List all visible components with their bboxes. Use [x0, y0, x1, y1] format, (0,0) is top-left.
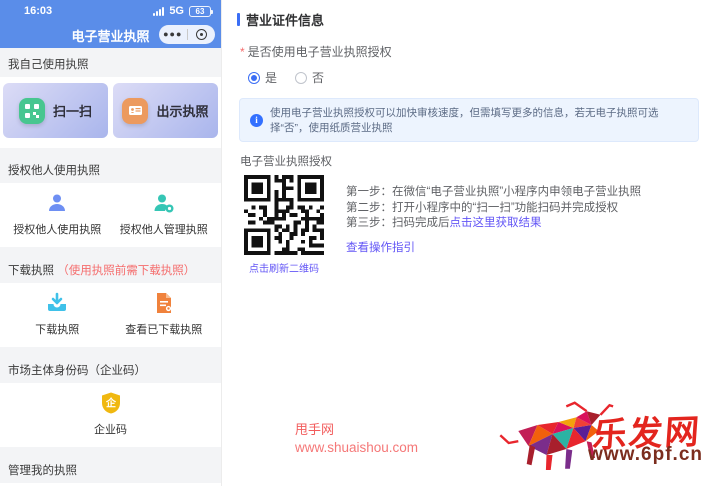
close-minimize-button[interactable] [188, 25, 216, 44]
shield-icon: 企 [101, 392, 120, 414]
panel-title-text: 营业证件信息 [246, 13, 325, 28]
lefa-url: www.6pf.cn [588, 444, 703, 465]
license-card-icon [122, 97, 149, 124]
panel-title: 营业证件信息 [237, 10, 705, 29]
radio-no-dot[interactable] [295, 71, 308, 84]
enterprise-code-label: 企业码 [94, 424, 127, 436]
question-label: * 是否使用电子营业执照授权 [240, 43, 705, 60]
shuaishou-watermark: 甩手网 www.shuaishou.com [295, 421, 418, 457]
required-asterisk: * [240, 45, 245, 59]
step-3-text: 第三步：扫码完成后 [346, 217, 450, 229]
refresh-qr-link[interactable]: 点击刷新二维码 [249, 260, 319, 275]
qr-section-label: 电子营业执照授权 [240, 156, 332, 168]
entity-code-card: 企 企业码 [0, 383, 221, 447]
download-icon [48, 292, 67, 311]
target-icon [195, 29, 207, 40]
step-3: 第三步：扫码完成后点击这里获取结果 [346, 216, 641, 232]
qr-steps: 第一步：在微信“电子营业执照”小程序内申领电子营业执照 第二步：打开小程序中的“… [346, 175, 641, 256]
download-header-text: 下载执照 [8, 265, 54, 277]
authorize-manage-label: 授权他人管理执照 [119, 224, 208, 236]
qr-area: 点击刷新二维码 第一步：在微信“电子营业执照”小程序内申领电子营业执照 第二步：… [244, 175, 705, 275]
section-header-download: 下载执照 （使用执照前需下载执照） [0, 254, 221, 283]
authorize-manage-button[interactable]: 授权他人管理执照 [111, 191, 218, 237]
download-note: （使用执照前需下载执照） [57, 265, 196, 277]
wechat-capsule: ●●● [159, 25, 215, 44]
ellipsis-icon: ●●● [163, 29, 183, 39]
step-1: 第一步：在微信“电子营业执照”小程序内申领电子营业执照 [346, 186, 642, 198]
authorize-use-label: 授权他人使用执照 [13, 224, 102, 236]
battery-icon: 63 [189, 5, 213, 17]
view-guide-link[interactable]: 查看操作指引 [346, 241, 641, 257]
info-banner-text: 使用电子营业执照授权可以加快审核速度，但需填写更多的信息，若无电子执照可选择“否… [270, 107, 659, 134]
shuaishou-name: 甩手网 [295, 422, 335, 437]
question-label-text: 是否使用电子营业执照授权 [247, 45, 392, 59]
radio-yes-label: 是 [265, 71, 278, 85]
status-time: 16:03 [24, 5, 53, 17]
self-use-cards: 扫一扫 出示执照 [0, 77, 221, 148]
person-icon [49, 194, 66, 211]
radio-no[interactable]: 否 [295, 69, 324, 86]
more-options-button[interactable]: ●●● [159, 25, 187, 44]
enterprise-code-button[interactable]: 企 企业码 [4, 391, 217, 437]
download-license-label: 下载执照 [35, 324, 80, 336]
section-header-authorize: 授权他人使用执照 [8, 165, 100, 177]
network-label: 5G [169, 5, 184, 17]
qr-code [244, 175, 324, 255]
radio-group: 是 否 [248, 69, 705, 86]
info-icon: i [250, 113, 263, 127]
authorize-card: 授权他人使用执照 授权他人管理执照 [0, 183, 221, 247]
view-downloaded-label: 查看已下载执照 [125, 324, 203, 336]
page: 16:03 5G 63 电子营业执照 ●●● 我自己使用执照 扫一扫 出示执照 … [0, 0, 705, 486]
section-header-self-use: 我自己使用执照 [8, 59, 89, 71]
view-downloaded-button[interactable]: 查看已下载执照 [111, 291, 218, 337]
svg-text:企: 企 [105, 397, 117, 410]
shuaishou-url: www.shuaishou.com [295, 440, 419, 455]
radio-no-label: 否 [312, 71, 325, 85]
document-icon [156, 293, 171, 313]
download-card: 下载执照 查看已下载执照 [0, 283, 221, 347]
radio-yes-dot[interactable] [248, 71, 260, 84]
lefa-logo: 乐发网 www.6pf.cn [493, 382, 705, 482]
qr-scan-icon [18, 97, 45, 124]
title-accent-bar [237, 13, 240, 26]
signal-icon [153, 6, 165, 16]
scan-label: 扫一扫 [52, 104, 92, 119]
show-license-label: 出示执照 [156, 104, 209, 119]
phone-screenshot: 16:03 5G 63 电子营业执照 ●●● 我自己使用执照 扫一扫 出示执照 … [0, 0, 222, 486]
radio-yes[interactable]: 是 [248, 69, 277, 86]
download-license-button[interactable]: 下载执照 [4, 291, 111, 337]
step-2: 第二步：打开小程序中的“扫一扫”功能扫码并完成授权 [346, 201, 619, 214]
authorize-use-button[interactable]: 授权他人使用执照 [4, 191, 111, 237]
miniprogram-title: 电子营业执照 [71, 28, 150, 44]
section-header-entity-code: 市场主体身份码（企业码） [8, 365, 146, 377]
show-license-button[interactable]: 出示执照 [113, 83, 218, 138]
get-result-link[interactable]: 点击这里获取结果 [450, 217, 542, 229]
person-gear-icon [154, 194, 174, 213]
phone-nav-bar: 电子营业执照 ●●● [0, 22, 221, 48]
section-header-manage: 管理我的执照 [8, 465, 77, 477]
scan-button[interactable]: 扫一扫 [3, 83, 108, 138]
phone-status-bar: 16:03 5G 63 [0, 0, 221, 22]
info-banner: i 使用电子营业执照授权可以加快审核速度，但需填写更多的信息，若无电子执照可选择… [239, 98, 699, 142]
